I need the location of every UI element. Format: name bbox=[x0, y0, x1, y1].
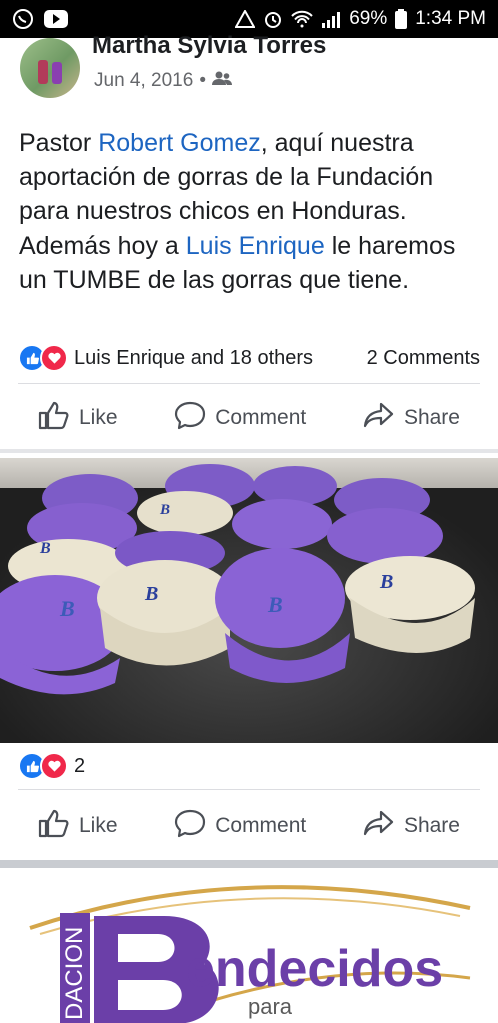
share-icon bbox=[363, 400, 395, 436]
battery-percent: 69% bbox=[349, 8, 388, 29]
love-reaction-icon bbox=[40, 752, 68, 780]
reactions-row: Luis Enrique and 18 others 2 Comments bbox=[18, 342, 480, 374]
post-actions: Like Comment Share bbox=[18, 392, 480, 444]
vertical-text: DACION bbox=[61, 927, 88, 1020]
post-date[interactable]: Jun 4, 2016 bbox=[94, 70, 193, 92]
text-part-1: Pastor bbox=[19, 129, 99, 157]
comments-count[interactable]: 2 Comments bbox=[367, 347, 480, 370]
photo-actions: Like Comment Share bbox=[18, 800, 480, 852]
clock: 1:34 PM bbox=[415, 8, 486, 29]
logo-subtext: para bbox=[248, 994, 293, 1019]
warning-icon bbox=[235, 10, 256, 28]
cap-logo: B bbox=[379, 571, 393, 593]
section-divider bbox=[0, 449, 498, 453]
like-label: Like bbox=[79, 406, 118, 429]
photo-reactions[interactable]: 2 bbox=[18, 752, 85, 780]
alarm-icon bbox=[263, 9, 283, 29]
foundation-logo: DACION endecidos para bbox=[29, 885, 471, 1023]
comment-label: Comment bbox=[215, 406, 307, 429]
youtube-icon bbox=[44, 10, 68, 28]
next-post-image[interactable]: DACION endecidos para bbox=[0, 868, 498, 1023]
thumbs-up-icon bbox=[38, 400, 70, 436]
like-button[interactable]: Like bbox=[18, 400, 138, 436]
thumbs-up-icon bbox=[38, 808, 70, 844]
comment-button[interactable]: Comment bbox=[154, 808, 326, 844]
comment-icon bbox=[174, 808, 206, 844]
cap-logo: B bbox=[59, 596, 75, 621]
mention-luis-enrique[interactable]: Luis Enrique bbox=[186, 232, 325, 260]
signal-icon bbox=[321, 10, 341, 28]
wifi-icon bbox=[291, 10, 313, 28]
cap-logo: B bbox=[267, 592, 283, 617]
friends-icon bbox=[211, 70, 232, 92]
post-separator bbox=[0, 860, 498, 868]
comment-button[interactable]: Comment bbox=[154, 400, 326, 436]
divider bbox=[18, 383, 480, 384]
reaction-icons[interactable] bbox=[18, 344, 68, 372]
post-meta: Jun 4, 2016 • bbox=[94, 70, 232, 92]
share-button[interactable]: Share bbox=[343, 808, 480, 844]
divider bbox=[18, 789, 480, 790]
reaction-summary[interactable]: Luis Enrique and 18 others bbox=[74, 347, 313, 370]
cap-logo: B bbox=[39, 540, 51, 557]
caps-illustration: B B B B B B bbox=[0, 464, 475, 695]
post-text: Pastor Robert Gomez, aquí nuestra aporta… bbox=[19, 126, 484, 297]
share-icon bbox=[363, 808, 395, 844]
cap-logo: B bbox=[144, 583, 158, 605]
comment-label: Comment bbox=[215, 814, 307, 837]
photo-reaction-count: 2 bbox=[74, 754, 86, 777]
avatar[interactable] bbox=[20, 38, 80, 98]
share-button[interactable]: Share bbox=[343, 400, 480, 436]
like-button[interactable]: Like bbox=[18, 808, 138, 844]
comment-icon bbox=[174, 400, 206, 436]
share-label: Share bbox=[403, 406, 460, 429]
post-header: Martha Sylvia Torres Jun 4, 2016 • bbox=[18, 30, 488, 98]
mention-robert-gomez[interactable]: Robert Gomez bbox=[98, 129, 261, 157]
post-photo[interactable]: B B B B B B bbox=[0, 458, 498, 743]
author-name[interactable]: Martha Sylvia Torres bbox=[92, 32, 326, 60]
battery-icon bbox=[395, 9, 408, 29]
cap-logo: B bbox=[159, 502, 170, 518]
meta-separator: • bbox=[199, 70, 206, 91]
whatsapp-icon bbox=[12, 8, 34, 30]
share-label: Share bbox=[403, 814, 460, 837]
logo-text: endecidos bbox=[186, 940, 443, 998]
love-reaction-icon bbox=[40, 344, 68, 372]
like-label: Like bbox=[79, 814, 118, 837]
